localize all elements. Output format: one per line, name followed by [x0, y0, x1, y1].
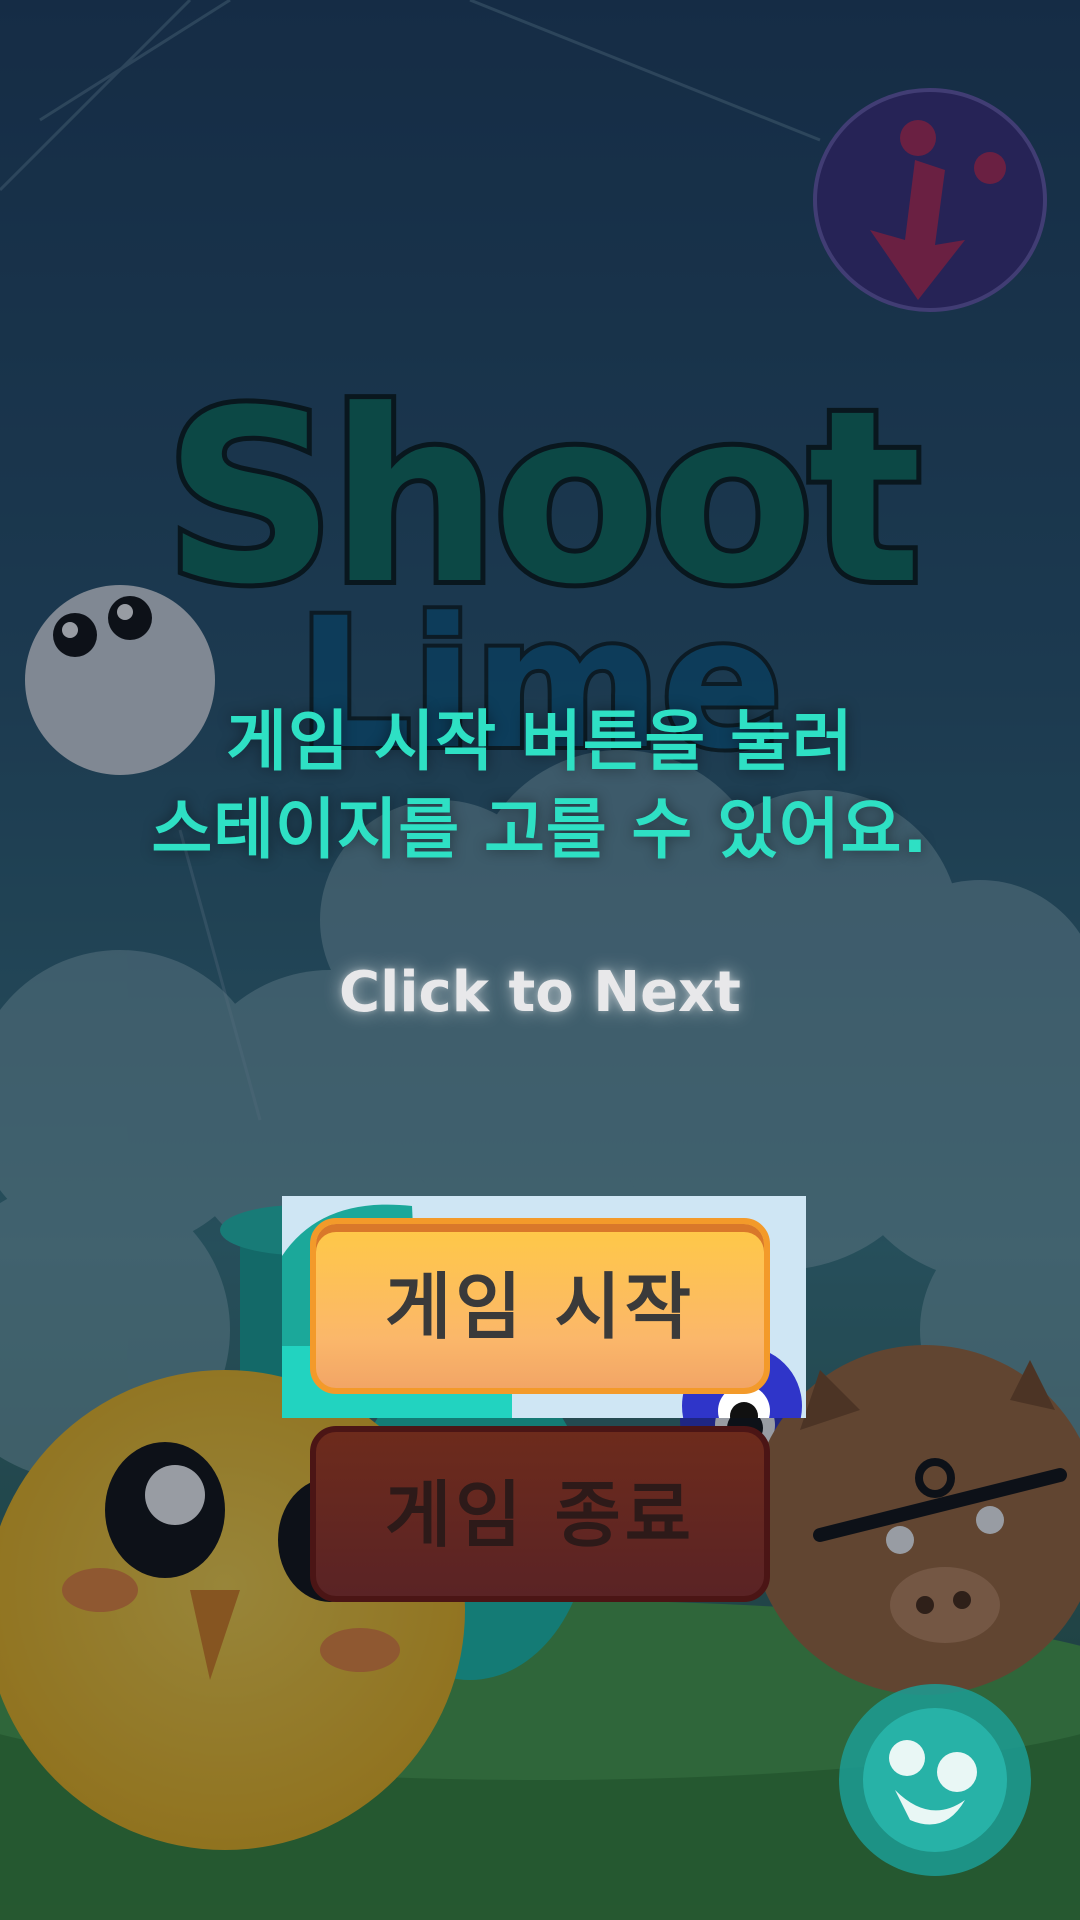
tutorial-message-line-2: 스테이지를 고를 수 있어요. — [151, 791, 929, 868]
click-to-next-prompt[interactable]: Click to Next — [0, 960, 1080, 1025]
exit-game-button[interactable]: 게임 종료 — [310, 1426, 770, 1602]
sound-button[interactable] — [835, 1680, 1035, 1880]
tutorial-message-line-1: 게임 시작 버튼을 눌러 — [226, 703, 854, 780]
start-game-button[interactable]: 게임 시작 — [310, 1218, 770, 1394]
info-badge — [813, 88, 1047, 312]
game-screen[interactable]: Shoot Lime 게임 시작 버튼을 눌러 스테이지를 고를 수 있어요. … — [0, 0, 1080, 1920]
